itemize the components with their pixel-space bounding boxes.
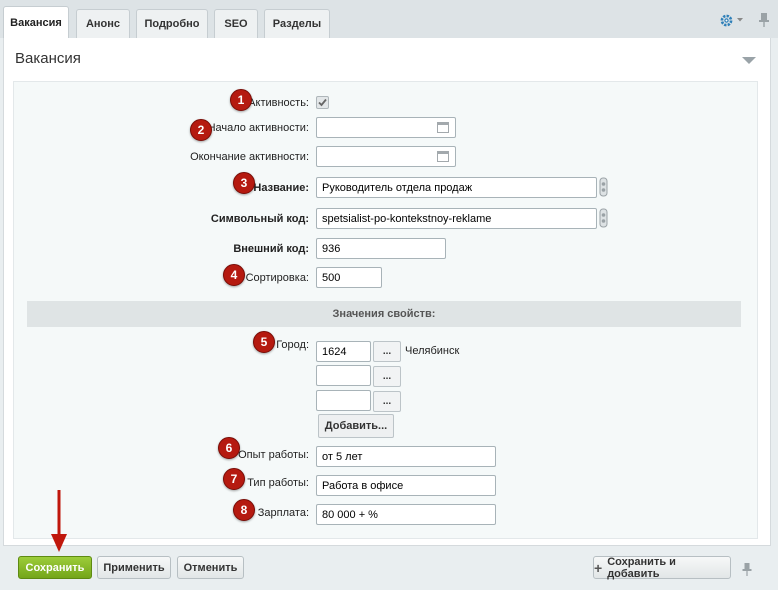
tab-bar: Вакансия Анонс Подробно SEO Разделы [0, 0, 778, 39]
tab-details[interactable]: Подробно [136, 9, 208, 38]
step-badge-4: 4 [223, 264, 245, 286]
gear-icon [720, 14, 733, 26]
step-badge-3: 3 [233, 172, 255, 194]
code-input[interactable]: spetsialist-po-kontekstnoy-reklame [316, 208, 597, 229]
city-input-2[interactable] [316, 365, 371, 386]
sort-label: Сортировка: [245, 272, 309, 284]
pin-icon[interactable] [758, 12, 770, 28]
settings-menu[interactable] [720, 13, 744, 27]
step-badge-2: 2 [190, 119, 212, 141]
calendar-icon[interactable] [437, 122, 449, 133]
city-input-3[interactable] [316, 390, 371, 411]
active-checkbox[interactable] [316, 96, 329, 109]
properties-header: Значения свойств: [27, 301, 741, 327]
city-label: Город: [276, 339, 309, 351]
panel-title: Вакансия [15, 50, 81, 67]
add-city-button[interactable]: Добавить... [318, 414, 394, 438]
save-and-add-button[interactable]: + Сохранить и добавить [593, 555, 731, 580]
end-date-input[interactable] [316, 146, 456, 167]
tab-vacancy[interactable]: Вакансия [3, 6, 69, 39]
city-select-button-2[interactable]: ... [373, 366, 401, 387]
salary-input[interactable]: 80 000 + % [316, 504, 496, 525]
lock-icon[interactable] [599, 208, 608, 228]
worktype-input[interactable]: Работа в офисе [316, 475, 496, 496]
start-date-label: Начало активности: [207, 122, 309, 134]
step-badge-1: 1 [230, 89, 252, 111]
tab-seo[interactable]: SEO [214, 9, 258, 38]
start-date-input[interactable] [316, 117, 456, 138]
collapse-icon[interactable] [742, 57, 756, 64]
chevron-down-icon [737, 18, 743, 22]
city-input-1[interactable]: 1624 [316, 341, 371, 362]
step-badge-6: 6 [218, 437, 240, 459]
sort-input[interactable]: 500 [316, 267, 382, 288]
end-date-label: Окончание активности: [190, 151, 309, 163]
tab-announce[interactable]: Анонс [76, 9, 130, 38]
code-label: Символьный код: [210, 213, 309, 225]
step-badge-8: 8 [233, 499, 255, 521]
city-name: Челябинск [405, 345, 460, 357]
city-select-button-1[interactable]: ... [373, 341, 401, 362]
external-code-input[interactable]: 936 [316, 238, 446, 259]
name-label: Название: [253, 182, 309, 194]
city-select-button-3[interactable]: ... [373, 391, 401, 412]
plus-icon: + [594, 559, 603, 576]
apply-button[interactable]: Применить [97, 556, 171, 579]
worktype-label: Тип работы: [247, 477, 309, 489]
name-input[interactable]: Руководитель отдела продаж [316, 177, 597, 198]
save-button[interactable]: Сохранить [18, 556, 92, 579]
experience-input[interactable]: от 5 лет [316, 446, 496, 467]
salary-label: Зарплата: [257, 507, 309, 519]
experience-label: Опыт работы: [238, 449, 309, 461]
step-badge-7: 7 [223, 468, 245, 490]
save-and-add-label: Сохранить и добавить [607, 555, 676, 580]
cancel-button[interactable]: Отменить [177, 556, 244, 579]
active-label: Активность: [248, 97, 309, 109]
step-badge-5: 5 [253, 331, 275, 353]
tab-sections[interactable]: Разделы [264, 9, 330, 38]
lock-icon[interactable] [599, 177, 608, 197]
pin-icon[interactable] [742, 562, 752, 576]
external-code-label: Внешний код: [233, 243, 309, 255]
arrow-icon [51, 490, 67, 552]
calendar-icon[interactable] [437, 151, 449, 162]
